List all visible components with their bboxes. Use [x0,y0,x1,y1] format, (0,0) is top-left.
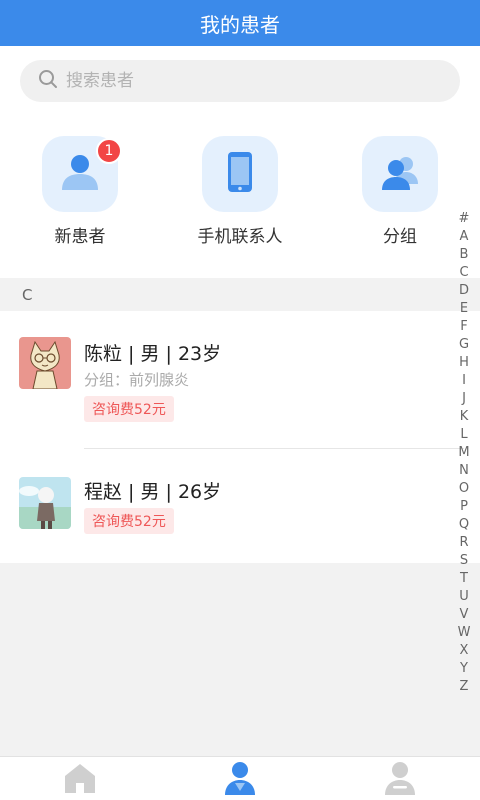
index-letter[interactable]: S [455,552,473,570]
index-letter[interactable]: R [455,534,473,552]
tab-profile[interactable] [380,761,420,799]
groups-label: 分组 [383,227,417,247]
index-letter[interactable]: Z [455,678,473,696]
index-letter[interactable]: O [455,480,473,498]
search-input[interactable] [66,71,426,91]
index-letter[interactable]: # [455,210,473,228]
tab-patients[interactable] [220,761,260,799]
groups-tile[interactable] [362,136,438,212]
new-patients-label: 新患者 [54,227,106,247]
home-icon [63,762,97,798]
index-letter[interactable]: D [455,282,473,300]
index-letter[interactable]: P [455,498,473,516]
index-letter[interactable]: L [455,426,473,444]
phone-icon [226,151,254,197]
patient-name: 陈粒 | 男 | 23岁 [84,343,222,365]
index-letter[interactable]: A [455,228,473,246]
bottom-tab-bar [0,756,480,800]
new-patient-badge: 1 [96,138,122,164]
tab-home[interactable] [60,761,100,799]
search-icon [38,69,58,93]
index-letter[interactable]: F [455,318,473,336]
contacts-label: 手机联系人 [197,227,283,247]
contacts-action[interactable]: 手机联系人 [198,136,283,247]
contacts-tile[interactable] [202,136,278,212]
index-letter[interactable]: V [455,606,473,624]
patient-list: 陈粒 | 男 | 23岁 分组：前列腺炎 咨询费52元 程赵 | 男 | 26岁… [0,311,480,563]
patient-row[interactable]: 陈粒 | 男 | 23岁 分组：前列腺炎 咨询费52元 [0,311,480,449]
consultation-fee-tag: 咨询费52元 [84,396,174,422]
index-letter[interactable]: Q [455,516,473,534]
profile-icon [384,761,416,799]
index-letter[interactable]: I [455,372,473,390]
patient-avatar [19,477,71,529]
index-letter[interactable]: Y [455,660,473,678]
index-letter[interactable]: N [455,462,473,480]
patient-group: 分组：前列腺炎 [84,371,190,389]
new-patients-action[interactable]: 1 新患者 [42,136,122,247]
patient-name: 程赵 | 男 | 26岁 [84,481,222,503]
section-header: C [0,279,480,311]
person-icon [58,150,102,198]
group-icon [378,152,422,196]
index-letter[interactable]: H [455,354,473,372]
index-letter[interactable]: J [455,390,473,408]
index-letter[interactable]: K [455,408,473,426]
patient-row[interactable]: 程赵 | 男 | 26岁 咨询费52元 [0,449,480,563]
patients-icon [224,761,256,799]
index-letter[interactable]: B [455,246,473,264]
index-letter[interactable]: X [455,642,473,660]
index-letter[interactable]: G [455,336,473,354]
patient-avatar [19,337,71,389]
top-bar: 我的患者 [0,0,480,46]
new-patients-tile[interactable]: 1 [42,136,122,212]
search-bar[interactable] [20,60,460,102]
index-letter[interactable]: E [455,300,473,318]
page-title: 我的患者 [200,12,280,37]
consultation-fee-tag: 咨询费52元 [84,508,174,534]
groups-action[interactable]: 分组 [362,136,438,247]
index-letter[interactable]: W [455,624,473,642]
alphabet-index[interactable]: # A B C D E F G H I J K L M N O P Q R S … [455,210,473,696]
index-letter[interactable]: M [455,444,473,462]
index-letter[interactable]: C [455,264,473,282]
section-letter: C [22,286,33,304]
index-letter[interactable]: T [455,570,473,588]
index-letter[interactable]: U [455,588,473,606]
